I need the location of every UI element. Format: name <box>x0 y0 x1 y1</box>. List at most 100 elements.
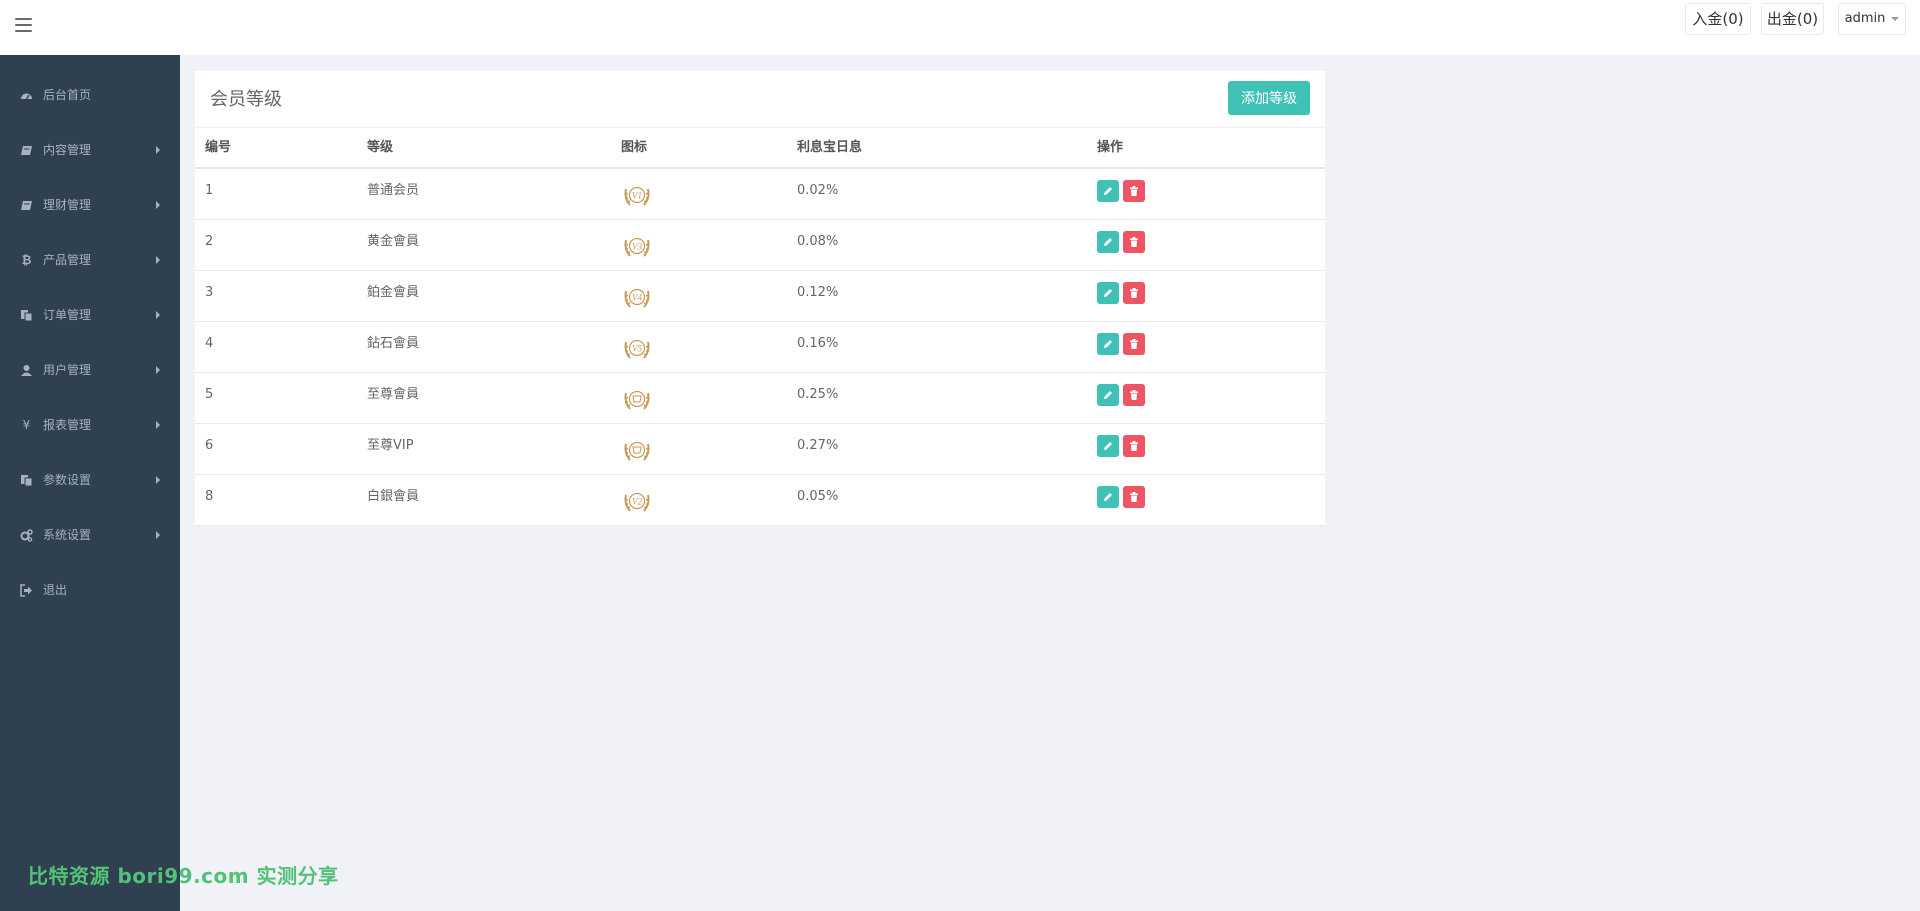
sidebar-item-finance[interactable]: 理财管理 <box>0 178 180 233</box>
edit-button[interactable] <box>1097 180 1119 202</box>
row-id: 2 <box>205 234 214 249</box>
edit-button[interactable] <box>1097 435 1119 457</box>
book-icon <box>20 144 33 157</box>
pencil-icon <box>1104 289 1112 297</box>
sidebar-item-label: 系统设置 <box>43 528 92 542</box>
pencil-icon <box>1104 442 1112 450</box>
sidebar-item-label: 报表管理 <box>43 418 92 432</box>
sidebar-item-label: 内容管理 <box>43 143 92 157</box>
row-id: 4 <box>205 336 214 351</box>
pencil-icon <box>1104 238 1112 246</box>
sidebar-item-label: 后台首页 <box>43 88 92 102</box>
table-row: 8 白銀會員 V2 0.05% <box>195 475 1325 526</box>
sidebar-item-label: 理财管理 <box>43 198 92 212</box>
dashboard-icon <box>20 89 33 102</box>
column-header-id: 编号 <box>205 140 232 155</box>
delete-button[interactable] <box>1123 180 1145 202</box>
add-level-button[interactable]: 添加等级 <box>1228 81 1310 115</box>
sidebar-item-params[interactable]: 参数设置 <box>0 453 180 508</box>
sidebar-item-users[interactable]: 用户管理 <box>0 343 180 398</box>
delete-button[interactable] <box>1123 231 1145 253</box>
row-daily-rate: 0.27% <box>797 438 839 453</box>
row-level-name: 鉑金會員 <box>367 285 420 300</box>
delete-button[interactable] <box>1123 384 1145 406</box>
table-row: 2 黄金會員 V3 0.08% <box>195 220 1325 271</box>
sidebar-item-reports[interactable]: ¥ 报表管理 <box>0 398 180 453</box>
caret-right-icon <box>156 201 160 209</box>
sidebar-item-home[interactable]: 后台首页 <box>0 68 180 123</box>
row-level-name: 普通会员 <box>367 183 420 198</box>
row-daily-rate: 0.02% <box>797 183 839 198</box>
caret-right-icon <box>156 476 160 484</box>
row-daily-rate: 0.05% <box>797 489 839 504</box>
table-row: 5 至尊會員 0.25% <box>195 373 1325 424</box>
sidebar-item-logout[interactable]: 退出 <box>0 563 180 618</box>
table-row: 4 鉆石會員 V5 0.16% <box>195 322 1325 373</box>
delete-button[interactable] <box>1123 435 1145 457</box>
edit-button[interactable] <box>1097 282 1119 304</box>
page-title: 会员等级 <box>210 89 282 110</box>
row-level-name: 黄金會員 <box>367 234 420 249</box>
level-badge-icon: V4 <box>624 288 650 308</box>
book-icon <box>20 199 33 212</box>
sidebar-item-products[interactable]: ₿ 产品管理 <box>0 233 180 288</box>
table-row: 6 至尊VIP 0.27% <box>195 424 1325 475</box>
pencil-icon <box>1104 391 1112 399</box>
row-id: 1 <box>205 183 214 198</box>
user-menu-button[interactable]: admin <box>1838 3 1906 35</box>
edit-button[interactable] <box>1097 231 1119 253</box>
copy-icon <box>20 309 33 322</box>
sidebar-item-orders[interactable]: 订单管理 <box>0 288 180 343</box>
edit-button[interactable] <box>1097 384 1119 406</box>
sidebar: 后台首页 内容管理 理财管理 ₿ 产品管理 订单管理 用户管理 ¥ 报表管理 参… <box>0 55 180 911</box>
trash-icon <box>1130 441 1138 451</box>
row-id: 8 <box>205 489 214 504</box>
row-id: 6 <box>205 438 214 453</box>
level-badge-icon: V1 <box>624 186 650 206</box>
trash-icon <box>1130 339 1138 349</box>
row-level-name: 鉆石會員 <box>367 336 420 351</box>
divider <box>195 127 1325 128</box>
sidebar-item-label: 用户管理 <box>43 363 92 377</box>
row-level-name: 白銀會員 <box>367 489 420 504</box>
badge-label: V2 <box>632 497 642 507</box>
sidebar-item-content[interactable]: 内容管理 <box>0 123 180 178</box>
caret-right-icon <box>156 366 160 374</box>
caret-down-icon <box>1891 16 1900 21</box>
level-badge-icon: V3 <box>624 237 650 257</box>
user-name: admin <box>1844 11 1886 26</box>
badge-label: V3 <box>632 242 642 252</box>
user-icon <box>20 364 33 377</box>
row-level-name: 至尊VIP <box>367 438 414 453</box>
level-badge-icon: V5 <box>624 339 650 359</box>
edit-button[interactable] <box>1097 333 1119 355</box>
menu-toggle-icon[interactable] <box>15 18 32 32</box>
pencil-icon <box>1104 493 1112 501</box>
deposit-button[interactable]: 入金(0) <box>1685 3 1751 35</box>
trash-icon <box>1130 186 1138 196</box>
row-daily-rate: 0.12% <box>797 285 839 300</box>
pencil-icon <box>1104 187 1112 195</box>
trash-icon <box>1130 492 1138 502</box>
badge-label: V5 <box>632 344 642 354</box>
caret-right-icon <box>156 531 160 539</box>
row-daily-rate: 0.16% <box>797 336 839 351</box>
watermark-text: 比特资源 bori99.com 实测分享 <box>28 864 339 888</box>
column-header-level: 等级 <box>367 140 394 155</box>
copy-icon <box>20 474 33 487</box>
trash-icon <box>1130 390 1138 400</box>
row-level-name: 至尊會員 <box>367 387 420 402</box>
withdraw-button[interactable]: 出金(0) <box>1761 3 1824 35</box>
caret-right-icon <box>156 146 160 154</box>
sidebar-item-system[interactable]: 系统设置 <box>0 508 180 563</box>
pencil-icon <box>1104 340 1112 348</box>
edit-button[interactable] <box>1097 486 1119 508</box>
delete-button[interactable] <box>1123 282 1145 304</box>
row-daily-rate: 0.25% <box>797 387 839 402</box>
delete-button[interactable] <box>1123 486 1145 508</box>
delete-button[interactable] <box>1123 333 1145 355</box>
trash-icon <box>1130 237 1138 247</box>
level-badge-icon <box>624 390 650 410</box>
level-badge-icon: V2 <box>624 492 650 512</box>
column-header-rate: 利息宝日息 <box>797 140 863 155</box>
